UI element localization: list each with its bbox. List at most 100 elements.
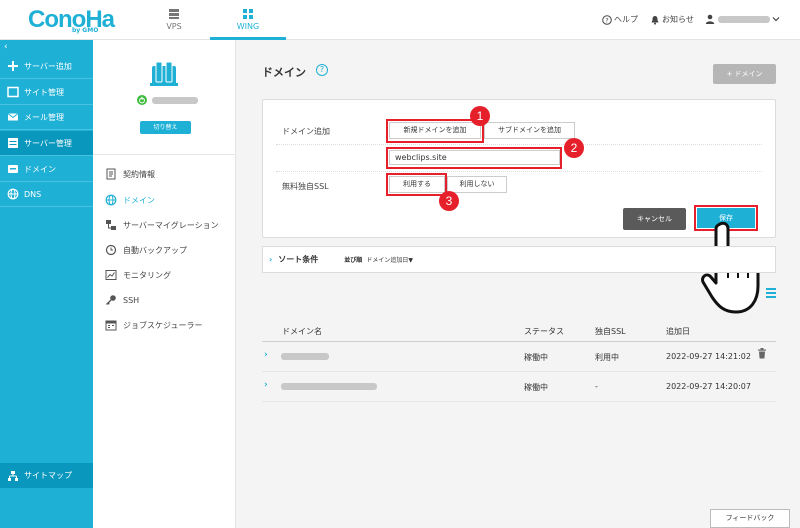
highlight-domain-input xyxy=(386,147,562,169)
sort-value[interactable]: ドメイン追加日▼ xyxy=(366,255,413,264)
sidebar-item-domain[interactable]: ドメイン xyxy=(0,157,93,182)
row-status: 稼働中 xyxy=(524,353,548,362)
row-status: 稼働中 xyxy=(524,383,548,392)
tab-vps[interactable]: VPS xyxy=(136,0,212,40)
sidebar-item-label: メール管理 xyxy=(24,112,64,122)
account-name-blurred xyxy=(718,15,770,23)
sub-item-backup[interactable]: 自動バックアップ xyxy=(105,244,187,256)
sidebar-item-add-server[interactable]: サーバー追加 xyxy=(0,54,93,79)
sub-item-migration[interactable]: サーバーマイグレーション xyxy=(105,219,219,231)
question-circle-icon: ? xyxy=(602,14,612,25)
chevron-right-icon: › xyxy=(269,255,273,264)
trash-icon[interactable] xyxy=(757,348,767,359)
plus-icon xyxy=(8,61,18,71)
form-divider xyxy=(276,144,762,145)
chart-icon xyxy=(105,270,117,280)
tab-wing[interactable]: WING xyxy=(210,0,286,40)
key-icon xyxy=(106,295,116,305)
server-icon xyxy=(8,138,18,148)
sub-item-monitoring[interactable]: モニタリング xyxy=(105,269,171,281)
row-ssl: 利用中 xyxy=(595,353,619,362)
top-header: ConoHa by GMO VPS WING ? ヘルプ お知らせ xyxy=(0,0,800,40)
sub-panel-divider xyxy=(93,154,236,155)
collapse-sidebar-icon[interactable]: ‹ xyxy=(4,42,8,52)
highlight-new-domain xyxy=(386,119,484,143)
sidebar-item-dns[interactable]: DNS xyxy=(0,182,93,207)
row-divider xyxy=(262,401,776,402)
server-status xyxy=(137,95,198,105)
add-domain-button[interactable]: + ドメイン xyxy=(713,64,776,84)
row-expand-icon[interactable]: › xyxy=(264,350,268,360)
chevron-down-icon xyxy=(772,17,780,22)
sub-item-job-scheduler[interactable]: ジョブスケジューラー xyxy=(105,319,202,331)
sidebar-item-label: サーバー追加 xyxy=(24,61,72,71)
tab-wing-label: WING xyxy=(236,22,260,31)
subdomain-option[interactable]: サブドメインを追加 xyxy=(484,122,575,139)
bell-icon xyxy=(651,15,659,25)
domain-card-icon xyxy=(8,165,18,173)
server-illustration-icon xyxy=(150,62,178,86)
sub-item-label: ドメイン xyxy=(123,195,155,205)
cancel-button[interactable]: キャンセル xyxy=(623,208,686,230)
col-ssl: 独自SSL xyxy=(595,327,626,336)
sidebar-item-mail[interactable]: メール管理 xyxy=(0,105,93,130)
sidebar-item-label: DNS xyxy=(24,189,42,199)
domain-name-blurred xyxy=(281,383,377,390)
server-name-blurred xyxy=(152,96,198,104)
help-label: ヘルプ xyxy=(614,15,638,24)
calendar-icon xyxy=(105,320,117,331)
table-header-divider xyxy=(262,341,776,342)
sub-item-label: 契約情報 xyxy=(123,169,155,179)
form-divider xyxy=(276,171,762,172)
row-ssl: - xyxy=(595,382,598,391)
domain-add-label: ドメイン追加 xyxy=(282,127,330,136)
step-badge-2: 2 xyxy=(564,138,584,158)
sub-item-ssh[interactable]: SSH xyxy=(105,294,139,306)
sort-key: 並び順 xyxy=(344,257,363,264)
sitemap-label: サイトマップ xyxy=(24,471,72,480)
tab-vps-label: VPS xyxy=(166,22,182,31)
notice-label: お知らせ xyxy=(662,15,694,24)
row-expand-icon[interactable]: › xyxy=(264,380,268,390)
help-icon[interactable]: ? xyxy=(316,64,328,76)
col-status: ステータス xyxy=(524,327,564,336)
server-sub-panel: 切り替え xyxy=(93,40,236,528)
svg-text:?: ? xyxy=(605,16,608,24)
row-divider xyxy=(262,371,776,372)
feedback-button[interactable]: フィードバック xyxy=(710,509,790,528)
sidebar-item-server[interactable]: サーバー管理 xyxy=(0,131,93,156)
sort-label: ソート条件 xyxy=(278,255,319,264)
power-on-icon xyxy=(137,95,147,105)
account-menu[interactable] xyxy=(705,14,780,24)
highlight-ssl-use xyxy=(386,173,447,196)
sidebar-item-label: サーバー管理 xyxy=(24,138,72,148)
conoha-logo[interactable]: ConoHa xyxy=(28,8,115,32)
document-icon xyxy=(106,168,116,180)
globe-icon xyxy=(105,194,117,206)
step-badge-1: 1 xyxy=(470,106,490,126)
sub-item-label: 自動バックアップ xyxy=(123,245,187,255)
backup-clock-icon xyxy=(105,244,117,256)
notice-link[interactable]: お知らせ xyxy=(650,14,694,25)
sidebar-item-site[interactable]: サイト管理 xyxy=(0,80,93,105)
wing-grid-icon xyxy=(243,9,253,19)
ssl-label: 無料独自SSL xyxy=(282,182,329,191)
col-date: 追加日 xyxy=(666,327,690,336)
logo-subtitle: by GMO xyxy=(72,27,99,34)
migration-icon xyxy=(106,220,116,230)
sub-item-contract[interactable]: 契約情報 xyxy=(105,168,155,180)
sort-condition-bar[interactable]: › ソート条件 並び順 ドメイン追加日▼ xyxy=(262,246,776,273)
ssl-not-use-option[interactable]: 利用しない xyxy=(447,176,507,193)
globe-icon xyxy=(7,188,19,200)
sidebar-item-label: サイト管理 xyxy=(24,87,64,97)
window-icon xyxy=(7,86,19,98)
list-view-icon[interactable] xyxy=(766,288,776,300)
page-title: ドメイン xyxy=(262,66,306,79)
user-icon xyxy=(705,14,715,24)
sub-item-label: ジョブスケジューラー xyxy=(123,320,203,330)
sub-item-label: SSH xyxy=(123,295,140,305)
sidebar-item-sitemap[interactable]: サイトマップ xyxy=(0,463,93,488)
switch-server-button[interactable]: 切り替え xyxy=(140,121,191,134)
help-link[interactable]: ? ヘルプ xyxy=(602,14,638,25)
sub-item-domain[interactable]: ドメイン xyxy=(105,194,155,206)
